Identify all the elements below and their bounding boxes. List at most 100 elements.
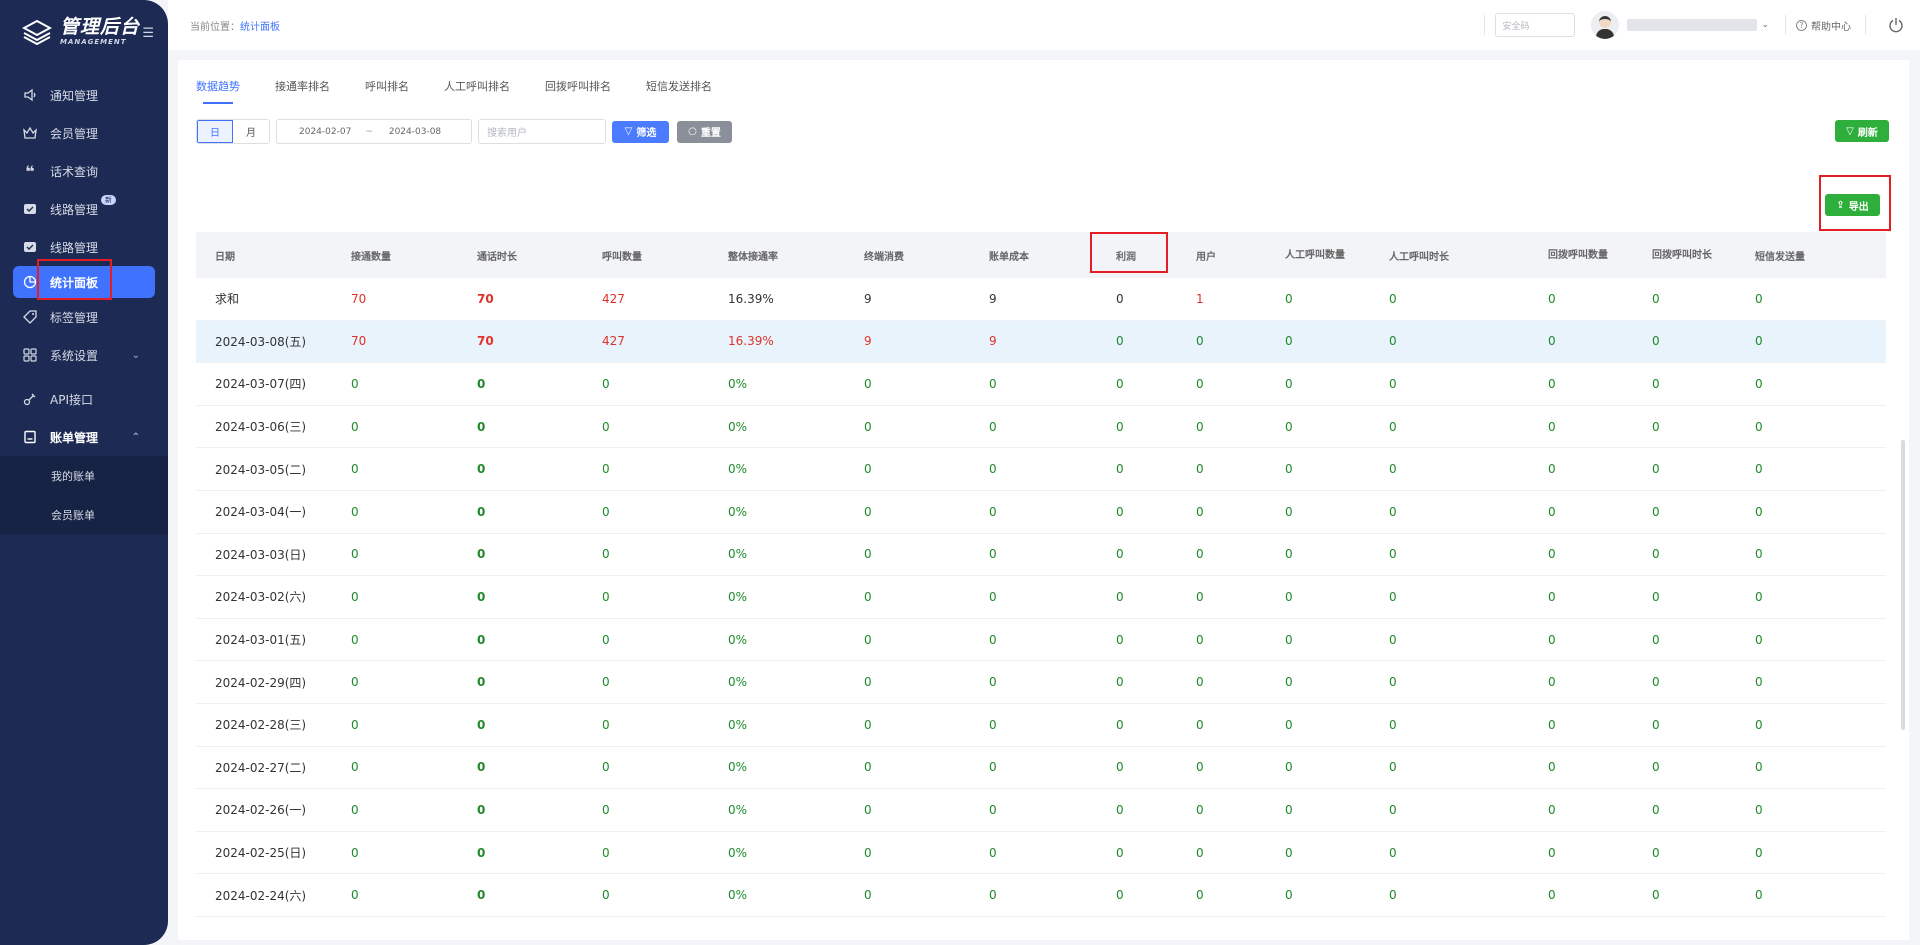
table-cell: 0 xyxy=(1196,334,1204,349)
reset-button[interactable]: ○ 重置 xyxy=(677,120,732,143)
table-cell: 0 xyxy=(864,547,872,562)
tab-connect-rate-rank[interactable]: 接通率排名 xyxy=(275,78,330,104)
table-cell: 0 xyxy=(1548,717,1556,732)
bill-icon xyxy=(22,429,38,445)
table-row[interactable]: 2024-02-25(日) 0 0 0 0% 0 0 0 0 0 0 0 0 0 xyxy=(196,832,1886,875)
table-cell: 70 xyxy=(351,334,367,349)
table-cell: 0 xyxy=(1389,717,1397,732)
table-cell: 0 xyxy=(1116,589,1124,604)
sidebar-item-members[interactable]: 会员管理 xyxy=(0,114,168,152)
table-row[interactable]: 2024-03-01(五) 0 0 0 0% 0 0 0 0 0 0 0 0 0 xyxy=(196,619,1886,662)
sidebar-item-lines-new[interactable]: 线路管理 新 xyxy=(0,190,168,228)
chevron-up-icon: ⌃ xyxy=(131,431,140,443)
table-row[interactable]: 2024-03-02(六) 0 0 0 0% 0 0 0 0 0 0 0 0 0 xyxy=(196,576,1886,619)
table-cell: 0 xyxy=(1196,760,1204,775)
table-cell: 0 xyxy=(1652,717,1660,732)
table-cell: 0 xyxy=(1652,419,1660,434)
tab-bar: 数据趋势 接通率排名 呼叫排名 人工呼叫排名 回拨呼叫排名 短信发送排名 xyxy=(196,78,747,104)
table-cell: 2024-02-28(三) xyxy=(215,718,307,733)
table-cell: 0 xyxy=(1548,419,1556,434)
power-icon[interactable] xyxy=(1888,17,1904,33)
sidebar-subitem-my-bill[interactable]: 我的账单 xyxy=(0,456,168,495)
table-cell: 0 xyxy=(989,717,997,732)
chevron-down-icon[interactable]: ⌄ xyxy=(1761,20,1769,30)
sidebar-item-notice[interactable]: 通知管理 xyxy=(0,76,168,114)
scrollbar[interactable] xyxy=(1901,440,1905,730)
table-cell: 0 xyxy=(1548,589,1556,604)
table-cell: 0 xyxy=(989,376,997,391)
table-row[interactable]: 2024-02-28(三) 0 0 0 0% 0 0 0 0 0 0 0 0 0 xyxy=(196,704,1886,747)
table-row[interactable]: 2024-03-07(四) 0 0 0 0% 0 0 0 0 0 0 0 0 0 xyxy=(196,363,1886,406)
table-row[interactable]: 2024-02-26(一) 0 0 0 0% 0 0 0 0 0 0 0 0 0 xyxy=(196,789,1886,832)
table-cell: 0 xyxy=(1196,802,1204,817)
table-cell: 0% xyxy=(728,675,748,690)
sidebar-item-billing[interactable]: 账单管理 ⌃ xyxy=(0,418,168,456)
sidebar-item-lines[interactable]: 线路管理 xyxy=(0,228,168,266)
table-cell: 0 xyxy=(1652,632,1660,647)
table-row[interactable]: 求和 70 70 427 16.39% 9 9 0 1 0 0 0 0 0 xyxy=(196,278,1886,321)
table-cell: 0 xyxy=(1116,504,1124,519)
export-button[interactable]: ⇪ 导出 xyxy=(1825,194,1880,216)
sidebar-item-label: 统计面板 xyxy=(50,275,99,290)
table-cell: 2024-03-03(日) xyxy=(215,547,307,562)
table-cell: 0 xyxy=(351,717,359,732)
sidebar-subitem-member-bill[interactable]: 会员账单 xyxy=(0,495,168,534)
table-cell: 0 xyxy=(1652,376,1660,391)
breadcrumb-current[interactable]: 统计面板 xyxy=(240,22,280,33)
table-row[interactable]: 2024-03-04(一) 0 0 0 0% 0 0 0 0 0 0 0 0 0 xyxy=(196,491,1886,534)
menu-collapse-icon[interactable]: ☰ xyxy=(142,26,154,41)
table-cell: 0 xyxy=(1389,334,1397,349)
period-month-button[interactable]: 月 xyxy=(233,120,269,143)
table-row[interactable]: 2024-02-27(二) 0 0 0 0% 0 0 0 0 0 0 0 0 0 xyxy=(196,747,1886,790)
table-cell: 0 xyxy=(477,675,486,690)
pie-chart-icon xyxy=(22,274,38,290)
tab-callback-rank[interactable]: 回拨呼叫排名 xyxy=(545,78,611,104)
search-user-input[interactable]: 搜索用户 xyxy=(478,119,606,144)
help-icon: ? xyxy=(1796,19,1807,31)
date-range-picker[interactable]: 2024-02-07 ~ 2024-03-08 xyxy=(276,119,472,144)
table-cell: 0 xyxy=(351,547,359,562)
table-row[interactable]: 2024-02-24(六) 0 0 0 0% 0 0 0 0 0 0 0 0 0 xyxy=(196,874,1886,917)
table-cell: 0 xyxy=(1548,845,1556,860)
period-day-button[interactable]: 日 xyxy=(197,120,233,143)
table-cell: 0 xyxy=(477,632,486,647)
table-cell: 0 xyxy=(602,888,610,903)
table-cell: 0 xyxy=(602,845,610,860)
sidebar-item-settings[interactable]: 系统设置 ⌄ xyxy=(0,336,168,374)
table-row[interactable]: 2024-03-03(日) 0 0 0 0% 0 0 0 0 0 0 0 0 0 xyxy=(196,534,1886,577)
sidebar-item-api[interactable]: API接口 xyxy=(0,380,168,418)
filter-button[interactable]: ▽ 筛选 xyxy=(612,120,669,143)
table-cell: 0 xyxy=(477,802,486,817)
table-row[interactable]: 2024-03-08(五) 70 70 427 16.39% 9 9 0 0 0 0 0 0 0 xyxy=(196,320,1886,364)
avatar[interactable] xyxy=(1591,11,1620,39)
table-cell: 427 xyxy=(602,334,625,349)
table-row[interactable]: 2024-03-06(三) 0 0 0 0% 0 0 0 0 0 0 0 0 0 xyxy=(196,406,1886,449)
refresh-button[interactable]: ▽ 刷新 xyxy=(1835,120,1889,142)
sidebar-item-scripts[interactable]: ❝ 话术查询 xyxy=(0,152,168,190)
table-cell: 0 xyxy=(477,547,486,562)
table-cell: 0 xyxy=(602,462,610,477)
table-cell: 0 xyxy=(989,589,997,604)
sidebar-item-label: 账单管理 xyxy=(50,430,99,445)
sidebar-item-stats[interactable]: 统计面板 xyxy=(13,266,155,298)
table-cell: 0 xyxy=(1285,675,1293,690)
line-icon xyxy=(22,201,38,217)
username-redacted[interactable] xyxy=(1627,19,1758,31)
help-center-link[interactable]: ? 帮助中心 xyxy=(1796,18,1851,33)
tab-call-rank[interactable]: 呼叫排名 xyxy=(365,78,409,104)
table-cell: 0% xyxy=(728,504,748,519)
table-cell: 0 xyxy=(1389,845,1397,860)
security-code-input[interactable]: 安全码 xyxy=(1495,13,1576,37)
table-cell: 0 xyxy=(1285,547,1293,562)
export-label: 导出 xyxy=(1848,201,1869,213)
table-cell: 0 xyxy=(1755,504,1763,519)
tab-data-trend[interactable]: 数据趋势 xyxy=(196,78,240,104)
sidebar-item-tags[interactable]: 标签管理 xyxy=(0,298,168,336)
table-cell: 0 xyxy=(1116,888,1124,903)
table-cell: 0 xyxy=(351,462,359,477)
table-row[interactable]: 2024-02-29(四) 0 0 0 0% 0 0 0 0 0 0 0 0 0 xyxy=(196,661,1886,704)
tab-sms-rank[interactable]: 短信发送排名 xyxy=(646,78,712,104)
tab-manual-call-rank[interactable]: 人工呼叫排名 xyxy=(444,78,510,104)
table-row[interactable]: 2024-03-05(二) 0 0 0 0% 0 0 0 0 0 0 0 0 0 xyxy=(196,448,1886,491)
period-toggle: 日 月 xyxy=(196,119,270,144)
